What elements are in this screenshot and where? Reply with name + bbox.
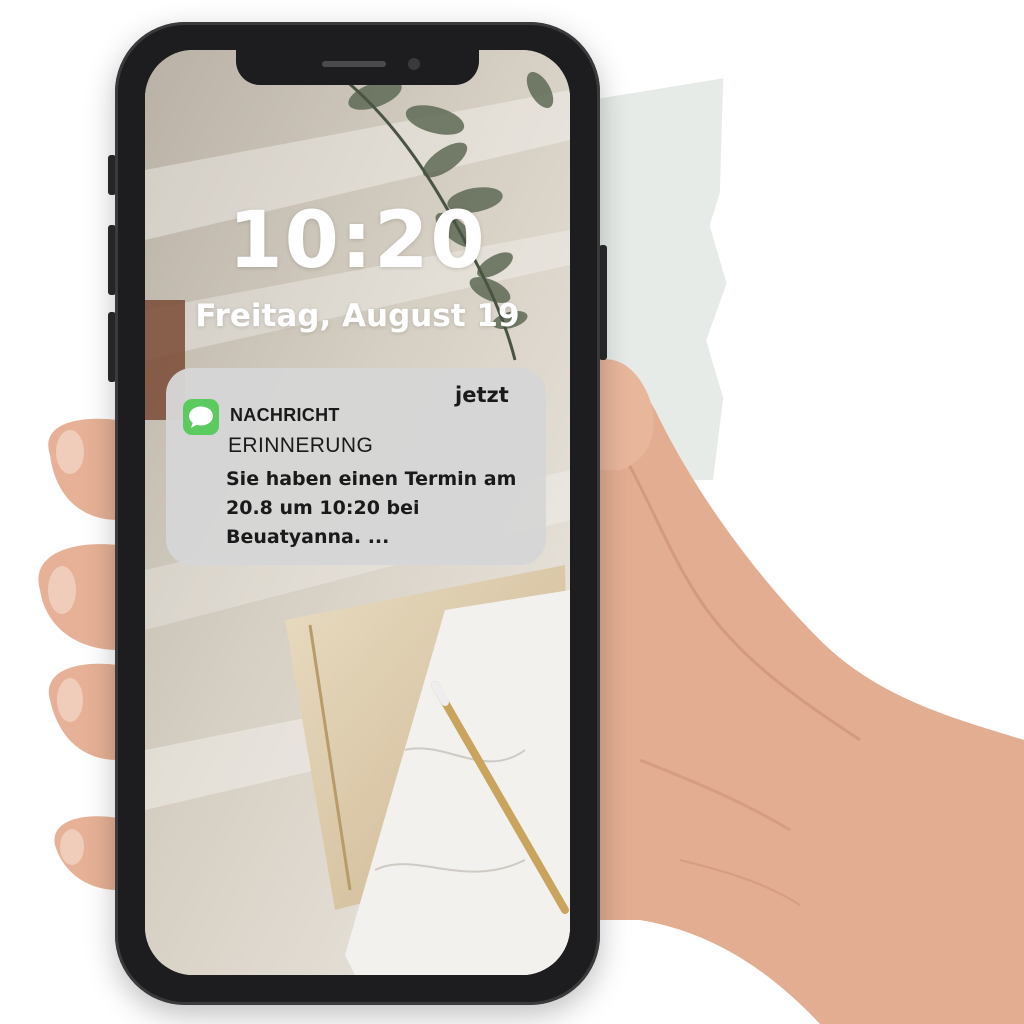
lockscreen-date: Freitag, August 19 (195, 298, 520, 334)
notification-title: ERINNERUNG (228, 434, 374, 457)
power-button (599, 245, 607, 360)
notification-app-name: NACHRICHT (230, 405, 340, 425)
messages-icon (183, 399, 219, 435)
notification-body: Sie haben einen Termin am 20.8 um 10:20 … (226, 468, 517, 548)
front-camera (408, 58, 420, 70)
earpiece-speaker (322, 61, 386, 67)
lockscreen-time: 10:20 (228, 196, 487, 286)
phone-notch (236, 50, 479, 85)
scene: 10:20 Freitag, August 19 NACHRICHT jetzt… (0, 0, 1024, 1024)
notification-timestamp: jetzt (455, 383, 509, 407)
